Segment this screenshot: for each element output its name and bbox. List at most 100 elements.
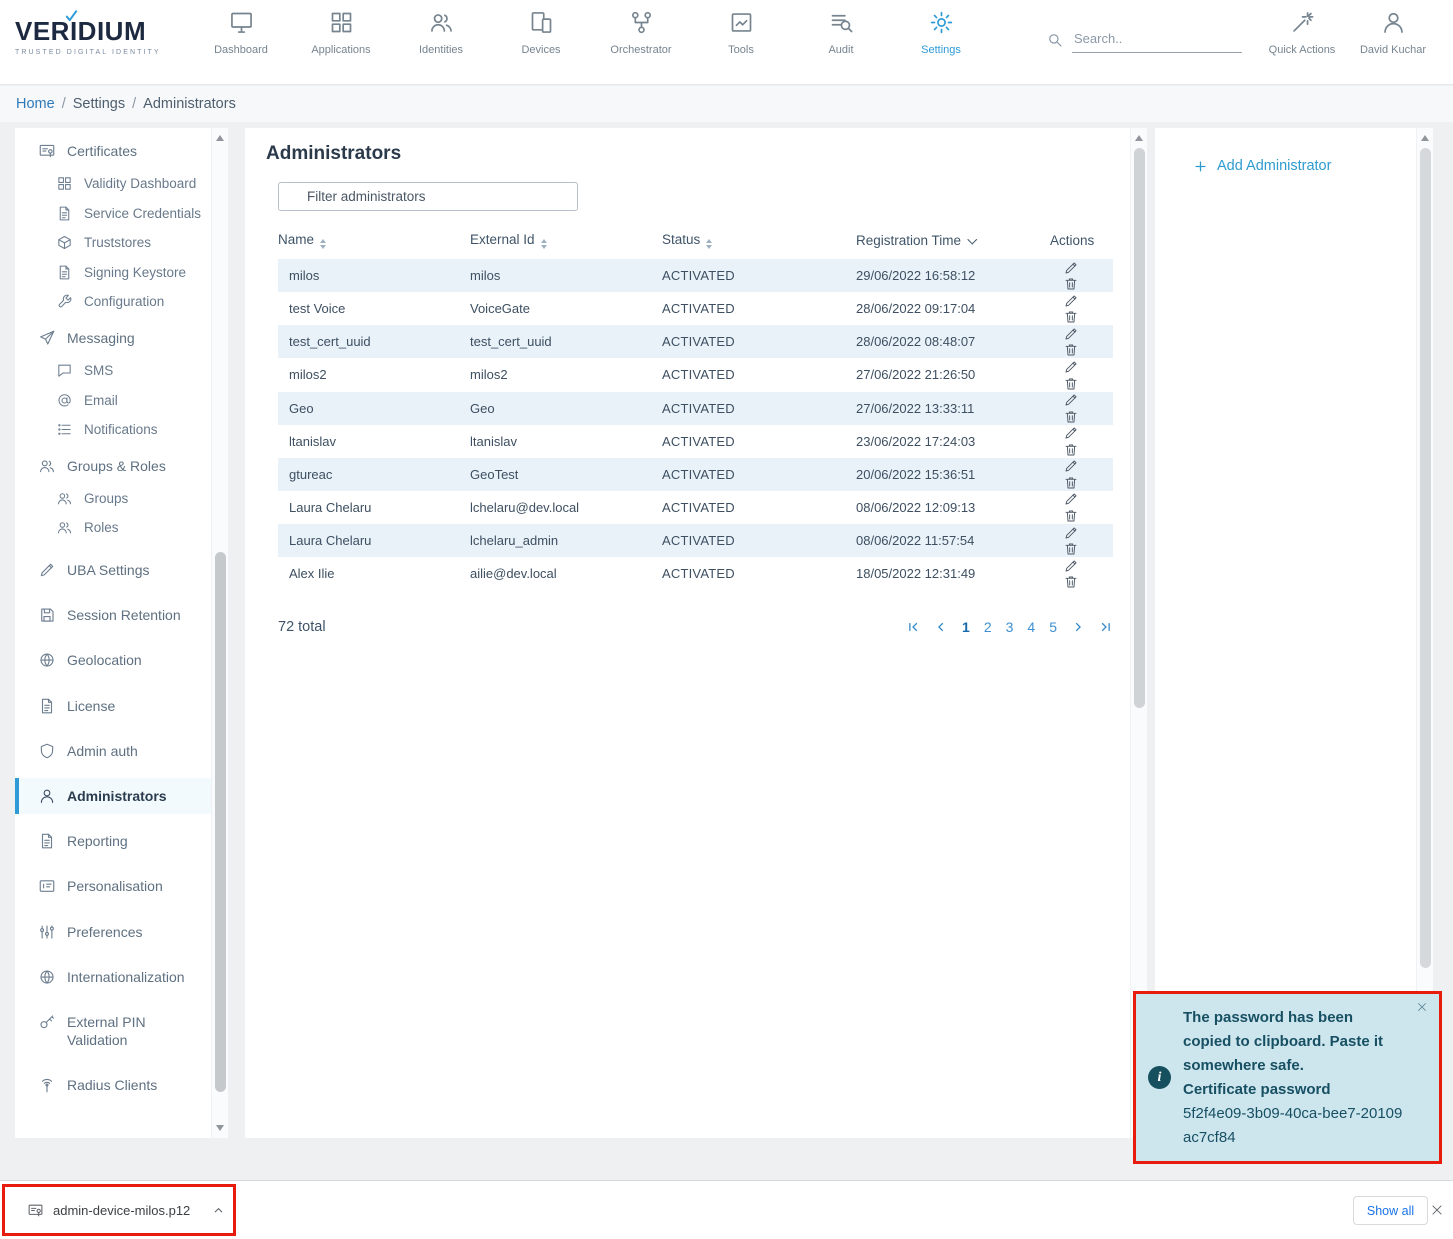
sidebar-item-internationalization[interactable]: Internationalization	[15, 959, 211, 995]
edit-icon[interactable]	[1063, 458, 1079, 474]
delete-icon[interactable]	[1063, 376, 1079, 392]
edit-icon[interactable]	[1063, 260, 1079, 276]
sidebar-item-administrators[interactable]: Administrators	[15, 778, 211, 814]
breadcrumb-home[interactable]: Home	[16, 96, 55, 112]
edit-icon[interactable]	[1063, 359, 1079, 375]
edit-icon[interactable]	[1063, 558, 1079, 574]
scroll-up-arrow[interactable]	[1135, 135, 1143, 141]
sidebar-item-email[interactable]: Email	[15, 386, 211, 416]
content-scrollbar-thumb[interactable]	[1134, 148, 1145, 708]
column-header-external-id[interactable]: External Id	[470, 222, 662, 259]
sidebar-item-session-retention[interactable]: Session Retention	[15, 597, 211, 633]
delete-icon[interactable]	[1063, 508, 1079, 524]
next-page-button[interactable]	[1071, 620, 1085, 634]
nav-item-audit[interactable]: Audit	[791, 9, 891, 56]
cell-name: Geo	[278, 392, 470, 425]
column-header-name[interactable]: Name	[278, 222, 470, 259]
sidebar-item-roles[interactable]: Roles	[15, 513, 211, 543]
downloads-close-icon[interactable]	[1430, 1203, 1444, 1217]
edit-icon[interactable]	[1063, 525, 1079, 541]
page-4-button[interactable]: 4	[1027, 619, 1035, 635]
delete-icon[interactable]	[1063, 442, 1079, 458]
user-menu[interactable]: David Kuchar	[1343, 9, 1443, 56]
page-5-button[interactable]: 5	[1049, 619, 1057, 635]
page-2-button[interactable]: 2	[984, 619, 992, 635]
table-row: Laura Chelaru lchelaru_admin ACTIVATED 0…	[278, 524, 1113, 557]
messaging-icon	[38, 329, 56, 347]
cell-external-id: VoiceGate	[470, 292, 662, 325]
nav-item-devices[interactable]: Devices	[491, 9, 591, 56]
panel-scrollbar-thumb[interactable]	[1420, 148, 1431, 968]
previous-page-button[interactable]	[934, 620, 948, 634]
sidebar-item-messaging[interactable]: Messaging	[15, 320, 211, 356]
sidebar-item-geolocation[interactable]: Geolocation	[15, 642, 211, 678]
delete-icon[interactable]	[1063, 475, 1079, 491]
nav-item-dashboard[interactable]: Dashboard	[191, 9, 291, 56]
edit-icon[interactable]	[1063, 425, 1079, 441]
edit-icon[interactable]	[1063, 293, 1079, 309]
quick-actions-button[interactable]: Quick Actions	[1252, 9, 1352, 56]
sidebar-item-notifications[interactable]: Notifications	[15, 415, 211, 445]
delete-icon[interactable]	[1063, 541, 1079, 557]
sidebar-item-external-pin-validation[interactable]: External PIN Validation	[15, 1004, 211, 1058]
page-1-button[interactable]: 1	[962, 619, 970, 635]
sidebar-item-service-credentials[interactable]: Service Credentials	[15, 199, 211, 229]
sidebar-item-sms[interactable]: SMS	[15, 356, 211, 386]
edit-icon[interactable]	[1063, 326, 1079, 342]
chevron-up-icon[interactable]	[212, 1204, 225, 1217]
column-header-registration-time[interactable]: Registration Time	[856, 222, 1050, 259]
delete-icon[interactable]	[1063, 342, 1079, 358]
sidebar-item-certificates[interactable]: Certificates	[15, 133, 211, 169]
preferences-icon	[38, 923, 56, 941]
edit-icon[interactable]	[1063, 392, 1079, 408]
search-icon[interactable]	[1046, 31, 1064, 49]
delete-icon[interactable]	[1063, 276, 1079, 292]
edit-icon[interactable]	[1063, 491, 1079, 507]
delete-icon[interactable]	[1063, 309, 1079, 325]
breadcrumb-settings[interactable]: Settings	[73, 96, 125, 112]
nav-item-tools[interactable]: Tools	[691, 9, 791, 56]
sidebar-item-groups[interactable]: Groups	[15, 484, 211, 514]
column-header-status[interactable]: Status	[662, 222, 856, 259]
sidebar-item-reporting[interactable]: Reporting	[15, 823, 211, 859]
scroll-up-arrow[interactable]	[1421, 135, 1429, 141]
content-scrollbar[interactable]	[1130, 128, 1147, 1138]
veridium-logo[interactable]: VERIDIUM TRUSTED DIGITAL IDENTITY	[15, 16, 161, 56]
sidebar-item-radius-clients[interactable]: Radius Clients	[15, 1067, 211, 1103]
search-input[interactable]	[1072, 28, 1242, 53]
first-page-button[interactable]	[906, 620, 920, 634]
delete-icon[interactable]	[1063, 409, 1079, 425]
sidebar-item-license[interactable]: License	[15, 688, 211, 724]
sidebar-item-configuration[interactable]: Configuration	[15, 287, 211, 317]
identities-icon	[428, 9, 455, 36]
sidebar-item-validity-dashboard[interactable]: Validity Dashboard	[15, 169, 211, 199]
add-administrator-button[interactable]: Add Administrator	[1193, 158, 1331, 174]
filter-administrators-input[interactable]	[278, 182, 578, 211]
sidebar-scrollbar[interactable]	[211, 128, 228, 1138]
cell-registration-time: 23/06/2022 17:24:03	[856, 425, 1050, 458]
sidebar-item-uba-settings[interactable]: UBA Settings	[15, 552, 211, 588]
email-icon	[56, 392, 73, 409]
toast-close-icon[interactable]	[1416, 1001, 1428, 1013]
sidebar-item-groups-roles[interactable]: Groups & Roles	[15, 448, 211, 484]
show-all-button[interactable]: Show all	[1353, 1196, 1428, 1225]
delete-icon[interactable]	[1063, 574, 1079, 590]
sidebar-scrollbar-thumb[interactable]	[215, 552, 226, 1092]
nav-item-orchestrator[interactable]: Orchestrator	[591, 9, 691, 56]
panel-scrollbar[interactable]	[1416, 128, 1433, 1138]
scroll-down-arrow[interactable]	[216, 1125, 224, 1131]
nav-item-settings[interactable]: Settings	[891, 9, 991, 56]
sidebar-item-preferences[interactable]: Preferences	[15, 914, 211, 950]
page-3-button[interactable]: 3	[1006, 619, 1014, 635]
toast-password-label: Certificate password	[1183, 1078, 1403, 1102]
last-page-button[interactable]	[1099, 620, 1113, 634]
downloaded-file-item[interactable]: admin-device-milos.p12	[2, 1184, 236, 1236]
nav-item-applications[interactable]: Applications	[291, 9, 391, 56]
sidebar-item-admin-auth[interactable]: Admin auth	[15, 733, 211, 769]
nav-item-identities[interactable]: Identities	[391, 9, 491, 56]
scroll-up-arrow[interactable]	[216, 135, 224, 141]
sidebar-item-personalisation[interactable]: Personalisation	[15, 868, 211, 904]
cell-name: Laura Chelaru	[278, 491, 470, 524]
sidebar-item-signing-keystore[interactable]: Signing Keystore	[15, 258, 211, 288]
sidebar-item-truststores[interactable]: Truststores	[15, 228, 211, 258]
